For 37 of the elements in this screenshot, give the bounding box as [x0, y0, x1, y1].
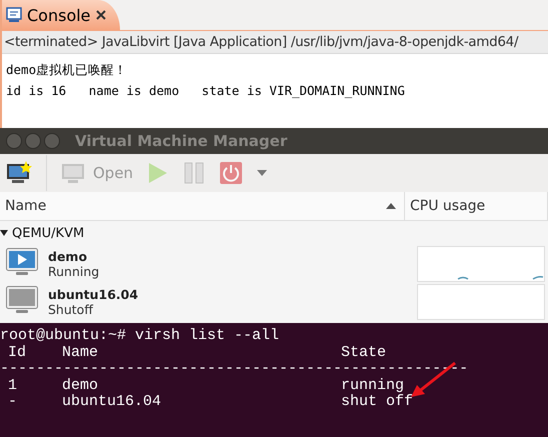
console-tab[interactable]: Console	[2, 0, 120, 30]
new-button[interactable]	[6, 161, 32, 185]
caret-icon	[257, 170, 268, 176]
column-header[interactable]: CPU usage	[405, 192, 548, 220]
terminal-command: root@ubuntu:~# virsh list --all	[0, 328, 280, 344]
maximize-icon[interactable]	[44, 133, 60, 149]
terminal-cell-text: -	[7, 394, 18, 410]
play-icon	[147, 161, 170, 185]
pause-icon	[183, 161, 206, 185]
vm-status: Running	[48, 264, 100, 279]
monitor-icon	[61, 162, 85, 184]
column-header[interactable]: Name	[0, 192, 405, 220]
connection-name: QEMU/KVM	[12, 226, 84, 240]
terminal-column-header: State	[341, 344, 388, 361]
monitor-play-icon	[6, 248, 38, 276]
monitor-star-icon	[6, 161, 32, 185]
terminal-cell-text: 1	[7, 378, 18, 394]
console-icon	[6, 7, 22, 23]
vm-name[interactable]: ubuntu16.04	[48, 287, 417, 302]
console-output-line: demo虚拟机已唤醒！	[6, 62, 128, 79]
terminal-cell-text: running	[341, 378, 406, 394]
menu-button[interactable]	[257, 170, 268, 176]
terminal-cell-text: ubuntu16.04	[62, 394, 162, 410]
terminal-column-header: Name	[62, 344, 100, 361]
close-icon[interactable]	[96, 10, 106, 20]
terminal-cell-text: shut off	[341, 394, 414, 410]
vm-status: Shutoff	[48, 302, 94, 317]
monitor-icon	[6, 286, 38, 314]
power-icon	[219, 161, 244, 185]
minimize-icon[interactable]	[25, 133, 41, 149]
terminal-cell-text: demo	[62, 378, 100, 394]
expander-icon[interactable]	[0, 230, 8, 236]
vm-name[interactable]: demo	[48, 249, 417, 264]
window-title: Virtual Machine Manager	[75, 132, 288, 150]
console-output-line: id is 16 name is demo state is VIR_DOMAIN_RUNNING	[6, 83, 406, 98]
terminal-column-header: Id	[7, 344, 28, 361]
process-info: <terminated> JavaLibvirt [Java Application] /usr/lib/jvm/java-8-openjdk-amd64/	[2, 30, 548, 54]
